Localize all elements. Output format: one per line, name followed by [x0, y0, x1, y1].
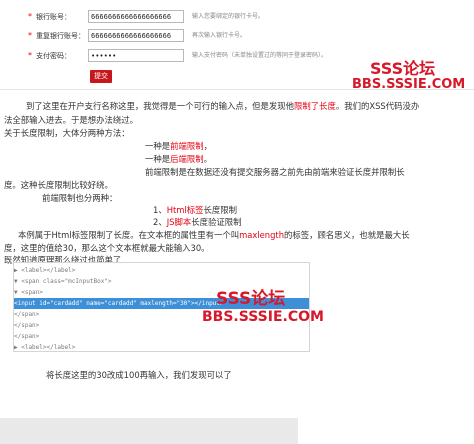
numbered-item-2: 2、JS脚本长度验证限制 [153, 217, 242, 227]
bank-account-field[interactable]: 6666666666666666666 [88, 10, 184, 23]
repeat-account-field[interactable]: 6666666666666666666 [88, 29, 184, 42]
paragraph-5: 度。这种长度限制比较好绕。 [4, 180, 113, 190]
next-screenshot-top [0, 418, 298, 444]
paragraph-3: 关于长度限制，大体分两种方法： [4, 128, 130, 138]
required-mark: * [28, 51, 32, 60]
bank-account-label: 银行账号： [36, 13, 71, 21]
pay-password-label: 支付密码： [36, 52, 71, 60]
paragraph-6: 前端限制也分两种： [42, 193, 118, 203]
code-line: </span> [14, 333, 40, 340]
paragraph-4: 前端限制是在数据还没有提交服务器之前先由前端来验证长度并限制长 [145, 167, 405, 177]
required-mark: * [28, 31, 32, 40]
watermark-title: SSS论坛 [370, 59, 436, 78]
code-line: ▼ <span class="mcInputBox"> [14, 278, 112, 285]
submit-button[interactable]: 提交 [90, 70, 112, 83]
required-mark: * [28, 12, 32, 21]
paragraph-7: 本例属于Html标签限制了长度。在文本框的属性里有一个叫maxlength的标签… [18, 230, 410, 240]
code-line: ▶ <label></label> [14, 267, 76, 274]
watermark-url: BBS.SSSIE.COM [352, 77, 466, 92]
watermark-title: SSS论坛 [216, 289, 286, 309]
repeat-account-hint: 再次输入银行卡号。 [192, 32, 247, 39]
pay-password-hint: 输入支付密码（未单独设置过的等同于登录密码）。 [192, 52, 328, 59]
list-item-backend: 一种是后端限制。 [145, 154, 212, 164]
paragraph-8: 度，这里的值给30，那么这个文本框就最大能输入30。 [4, 243, 210, 253]
pay-password-field[interactable]: •••••• [88, 49, 184, 62]
paragraph-1: 到了这里在开户支行名称这里，我觉得是一个可行的输入点，但是发现他限制了长度。我们… [26, 101, 420, 111]
paragraph-2: 法全部输入进去。于是想办法绕过。 [4, 115, 138, 125]
bank-account-hint: 输入您要绑定的银行卡号。 [192, 13, 265, 20]
watermark-url: BBS.SSSIE.COM [202, 309, 324, 325]
list-item-frontend: 一种是前端限制， [145, 141, 212, 151]
code-line: ▶ <label></label> [14, 344, 76, 351]
paragraph-10: 将长度这里的30改成100再输入，我们发现可以了 [46, 370, 232, 380]
repeat-account-label: 重复银行账号： [36, 32, 85, 40]
numbered-item-1: 1、Html标签长度限制 [153, 205, 238, 215]
